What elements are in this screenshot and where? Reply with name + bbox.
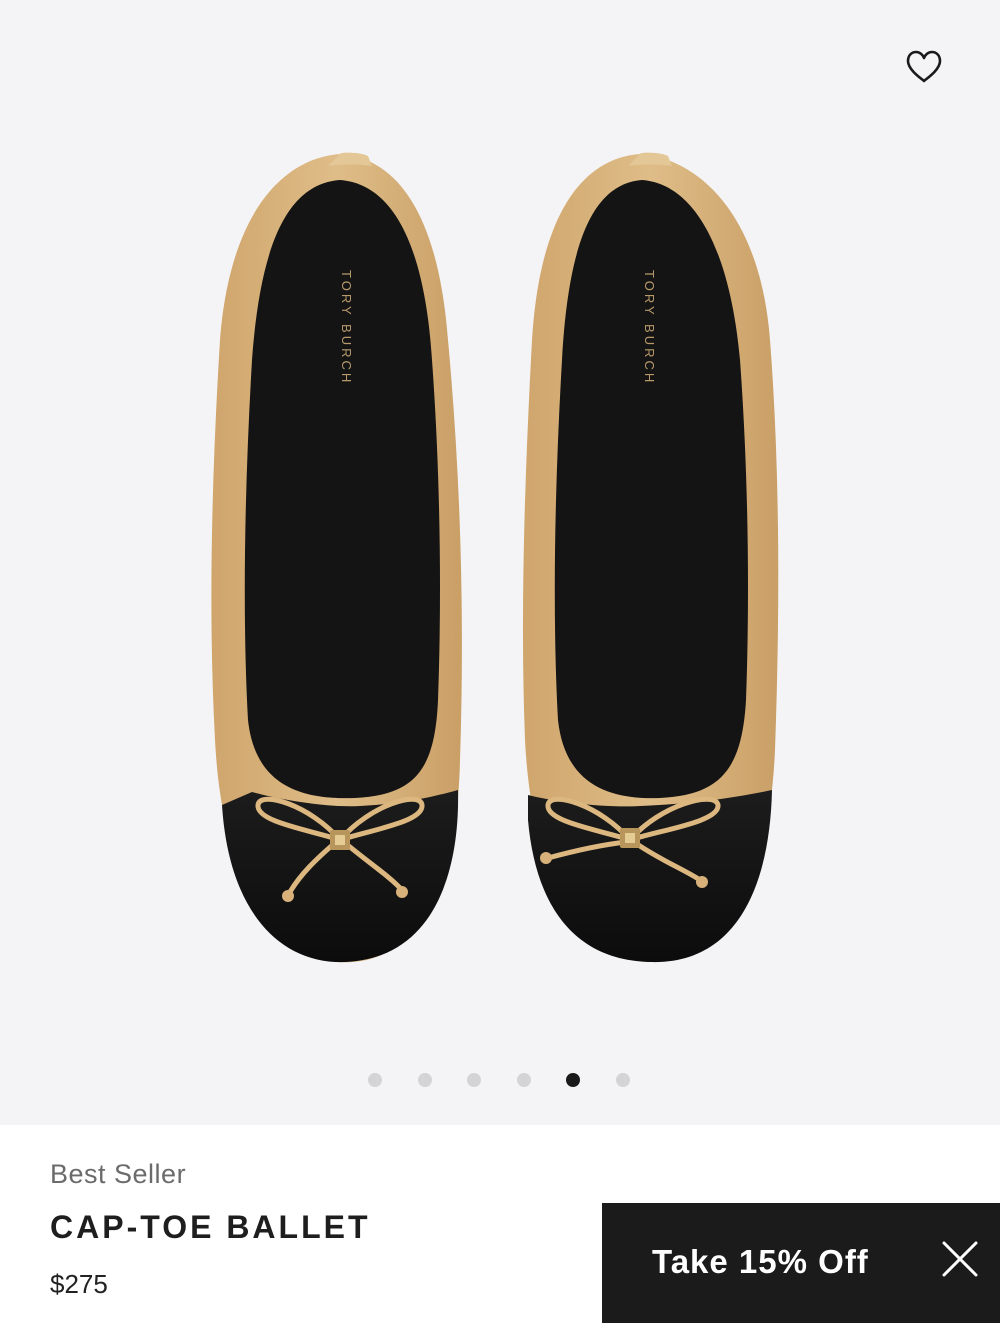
gallery-dot-1[interactable]	[368, 1073, 382, 1087]
product-price: $275	[50, 1269, 108, 1299]
left-insole-brand: TORY BURCH	[339, 270, 354, 385]
gallery-dot-3[interactable]	[467, 1073, 481, 1087]
product-image-gallery[interactable]: TORY BURCH TORY BURCH	[0, 0, 1000, 1125]
promo-label[interactable]: Take 15% Off	[652, 1243, 869, 1281]
heart-outline-icon	[906, 50, 942, 83]
right-shoe: TORY BURCH	[522, 152, 779, 963]
promo-banner[interactable]: Take 15% Off	[602, 1203, 1000, 1323]
close-icon	[942, 1241, 978, 1277]
promo-close-button[interactable]	[938, 1237, 982, 1281]
gallery-dot-4[interactable]	[517, 1073, 531, 1087]
best-seller-badge: Best Seller	[50, 1159, 187, 1189]
gallery-dot-6[interactable]	[616, 1073, 630, 1087]
wishlist-button[interactable]	[900, 45, 948, 89]
product-title[interactable]: CAP-TOE BALLET	[50, 1209, 371, 1246]
left-shoe: TORY BURCH	[211, 152, 462, 963]
gallery-dot-5-active[interactable]	[566, 1073, 580, 1087]
product-image[interactable]: TORY BURCH TORY BURCH	[190, 140, 810, 980]
gallery-pagination	[0, 1073, 1000, 1089]
gallery-dot-2[interactable]	[418, 1073, 432, 1087]
right-insole-brand: TORY BURCH	[642, 270, 657, 385]
